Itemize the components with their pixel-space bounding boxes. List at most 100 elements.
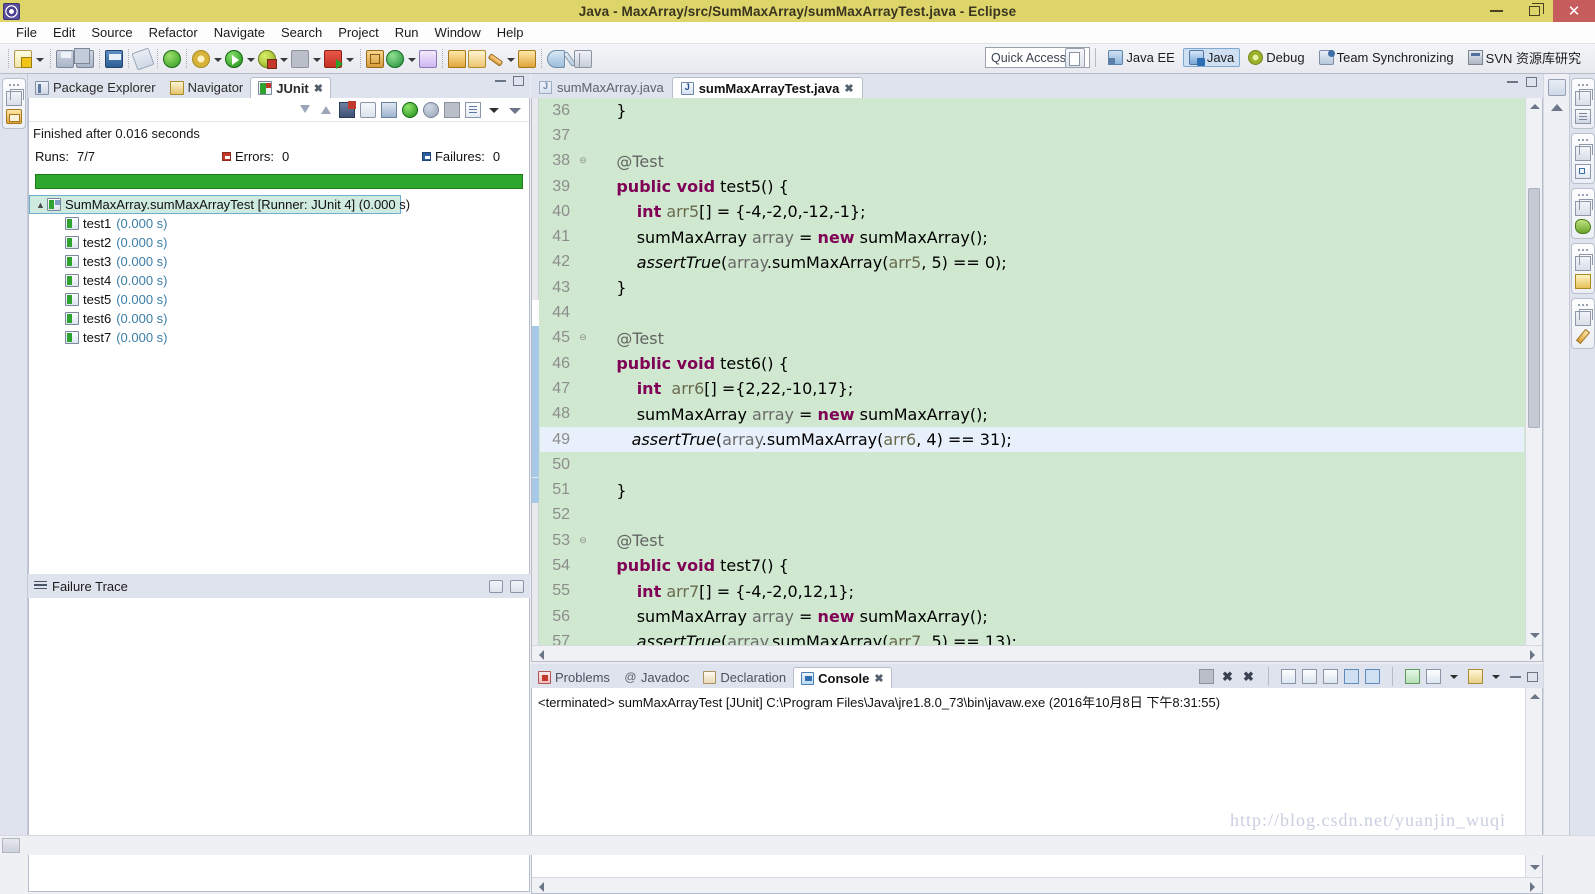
clear-console-icon[interactable] <box>1281 669 1296 684</box>
resize-grip[interactable] <box>2 838 20 853</box>
code-line-51[interactable]: 51 } <box>540 477 1524 502</box>
view-maximize-icon[interactable] <box>513 76 524 86</box>
view-minimize-icon[interactable] <box>495 80 506 82</box>
quick-fix-dropdown-icon[interactable] <box>506 51 515 67</box>
restore-icon[interactable] <box>1574 144 1593 161</box>
code-line-48[interactable]: 48 sumMaxArray array = new sumMaxArray()… <box>540 402 1524 427</box>
menu-item-window[interactable]: Window <box>427 23 489 42</box>
scroll-left-icon[interactable] <box>535 647 548 660</box>
test-tree-item[interactable]: test2 (0.000 s) <box>29 233 529 252</box>
editor-vertical-scrollbar[interactable] <box>1525 98 1542 645</box>
fast-view-stack-package-explorer[interactable] <box>1 78 26 129</box>
restore-icon[interactable] <box>1574 89 1593 106</box>
drag-handle-dots[interactable] <box>1572 137 1594 143</box>
editor-maximize-icon[interactable] <box>1526 77 1537 87</box>
filter-stack-trace-icon[interactable] <box>510 579 524 593</box>
new-java-class-icon[interactable] <box>192 49 210 68</box>
test-tree-item[interactable]: test4 (0.000 s) <box>29 271 529 290</box>
console-maximize-icon[interactable] <box>1527 671 1538 682</box>
code-line-55[interactable]: 55 int arr7[] = {-4,-2,0,12,1}; <box>540 579 1524 604</box>
new-icon[interactable] <box>14 49 32 68</box>
code-line-49[interactable]: 49 assertTrue(array.sumMaxArray(arr6, 4)… <box>540 426 1524 453</box>
previous-failure-icon[interactable] <box>318 102 334 118</box>
open-console-icon[interactable] <box>1468 669 1483 684</box>
close-icon[interactable]: ✖ <box>314 82 323 95</box>
close-icon[interactable]: ✖ <box>874 672 883 685</box>
save-icon[interactable] <box>56 49 74 68</box>
new-dropdown-icon[interactable] <box>35 51 44 67</box>
code-editor[interactable]: 36 } 37 38 ⊖ @Test 39 public void test5() {4… <box>531 98 1543 662</box>
expand-icon[interactable] <box>1550 104 1563 111</box>
open-perspective-icon[interactable] <box>1065 47 1086 68</box>
debug-icon[interactable] <box>258 49 277 69</box>
fold-marker-icon[interactable]: ⊖ <box>578 333 588 343</box>
book-icon[interactable] <box>574 49 592 68</box>
code-line-41[interactable]: 41 sumMaxArray array = new sumMaxArray()… <box>540 224 1524 249</box>
history-dropdown-icon[interactable] <box>486 102 502 118</box>
open-console-dropdown-icon[interactable] <box>1489 669 1504 684</box>
document-outline-icon[interactable] <box>1574 109 1591 124</box>
run-icon[interactable] <box>225 49 243 68</box>
restore-icon[interactable] <box>1574 254 1593 271</box>
word-wrap-icon[interactable] <box>1323 669 1338 684</box>
editor-minimize-icon[interactable] <box>1507 81 1518 83</box>
menu-item-edit[interactable]: Edit <box>45 23 83 42</box>
drag-handle-dots[interactable] <box>1572 192 1594 198</box>
scroll-thumb[interactable] <box>1528 188 1540 428</box>
code-line-47[interactable]: 47 int arr6[] ={2,22,-10,17}; <box>540 376 1524 401</box>
key-icon[interactable] <box>547 49 565 68</box>
code-line-44[interactable]: 44 <box>540 300 1524 325</box>
test-tree-item[interactable]: test3 (0.000 s) <box>29 252 529 271</box>
outline-icon[interactable] <box>1574 164 1591 179</box>
console-scroll-up-icon[interactable] <box>1527 689 1542 704</box>
menu-item-source[interactable]: Source <box>83 23 140 42</box>
code-line-54[interactable]: 54 public void test7() { <box>540 553 1524 578</box>
test-tree-item[interactable]: test5 (0.000 s) <box>29 290 529 309</box>
drag-handle-dots[interactable] <box>1572 247 1594 253</box>
open-folder-icon[interactable] <box>448 49 466 68</box>
remove-all-consoles-icon[interactable]: ✖ <box>1241 669 1256 684</box>
test-tree-item[interactable]: test7 (0.000 s) <box>29 328 529 347</box>
drag-handle-dots[interactable] <box>1572 302 1594 308</box>
scroll-up-icon[interactable] <box>1527 99 1542 114</box>
console-select-dropdown-icon[interactable] <box>1447 669 1462 684</box>
rerun-failed-tests-icon[interactable] <box>423 101 439 118</box>
console-scroll-left-icon[interactable] <box>535 879 548 892</box>
activate-on-error-icon[interactable] <box>381 101 397 118</box>
console-scroll-down-icon[interactable] <box>1527 860 1542 875</box>
menu-item-help[interactable]: Help <box>489 23 532 42</box>
console-tab-problems[interactable]: Problems <box>531 667 617 688</box>
editor-horizontal-scrollbar[interactable] <box>532 645 1542 661</box>
expand-twisty-icon[interactable]: ▲ <box>36 200 47 210</box>
search-folder-icon[interactable] <box>518 49 536 68</box>
menu-item-search[interactable]: Search <box>273 23 330 42</box>
rerun-test-icon[interactable] <box>402 101 418 118</box>
close-icon[interactable]: ✖ <box>844 82 853 95</box>
menu-item-run[interactable]: Run <box>387 23 427 42</box>
svn-update-icon[interactable] <box>386 49 404 68</box>
restore-icon[interactable] <box>1574 309 1593 326</box>
drag-handle-dots[interactable] <box>3 82 25 88</box>
fold-marker-icon[interactable]: ⊖ <box>578 156 588 166</box>
console-scroll-right-icon[interactable] <box>1526 879 1539 892</box>
task-list-icon[interactable] <box>1574 274 1591 289</box>
menu-item-refactor[interactable]: Refactor <box>141 23 206 42</box>
code-line-45[interactable]: 45 ⊖ @Test <box>540 326 1524 351</box>
code-line-38[interactable]: 38 ⊖ @Test <box>540 149 1524 174</box>
maximize-button[interactable] <box>1515 0 1553 22</box>
view-tab-junit[interactable]: JUnit ✖ <box>250 77 331 98</box>
close-button[interactable]: ✕ <box>1553 0 1595 22</box>
show-failures-only-icon[interactable] <box>339 100 356 118</box>
scroll-down-icon[interactable] <box>1527 628 1542 643</box>
open-type-icon[interactable] <box>419 49 437 68</box>
build-icon[interactable] <box>163 49 181 68</box>
console-tab-console[interactable]: Console ✖ <box>793 667 892 688</box>
new-package-icon[interactable] <box>366 49 384 68</box>
fold-marker-icon[interactable]: ⊖ <box>578 536 588 546</box>
show-console-on-output-icon[interactable] <box>1344 669 1359 684</box>
run-dropdown-icon[interactable] <box>246 51 255 67</box>
code-line-42[interactable]: 42 assertTrue(array.sumMaxArray(arr5, 5)… <box>540 250 1524 275</box>
console-body[interactable]: <terminated> sumMaxArrayTest [JUnit] C:\… <box>531 688 1543 894</box>
remove-console-icon[interactable]: ✖ <box>1220 669 1235 684</box>
external-tools-dropdown-icon[interactable] <box>345 51 354 67</box>
